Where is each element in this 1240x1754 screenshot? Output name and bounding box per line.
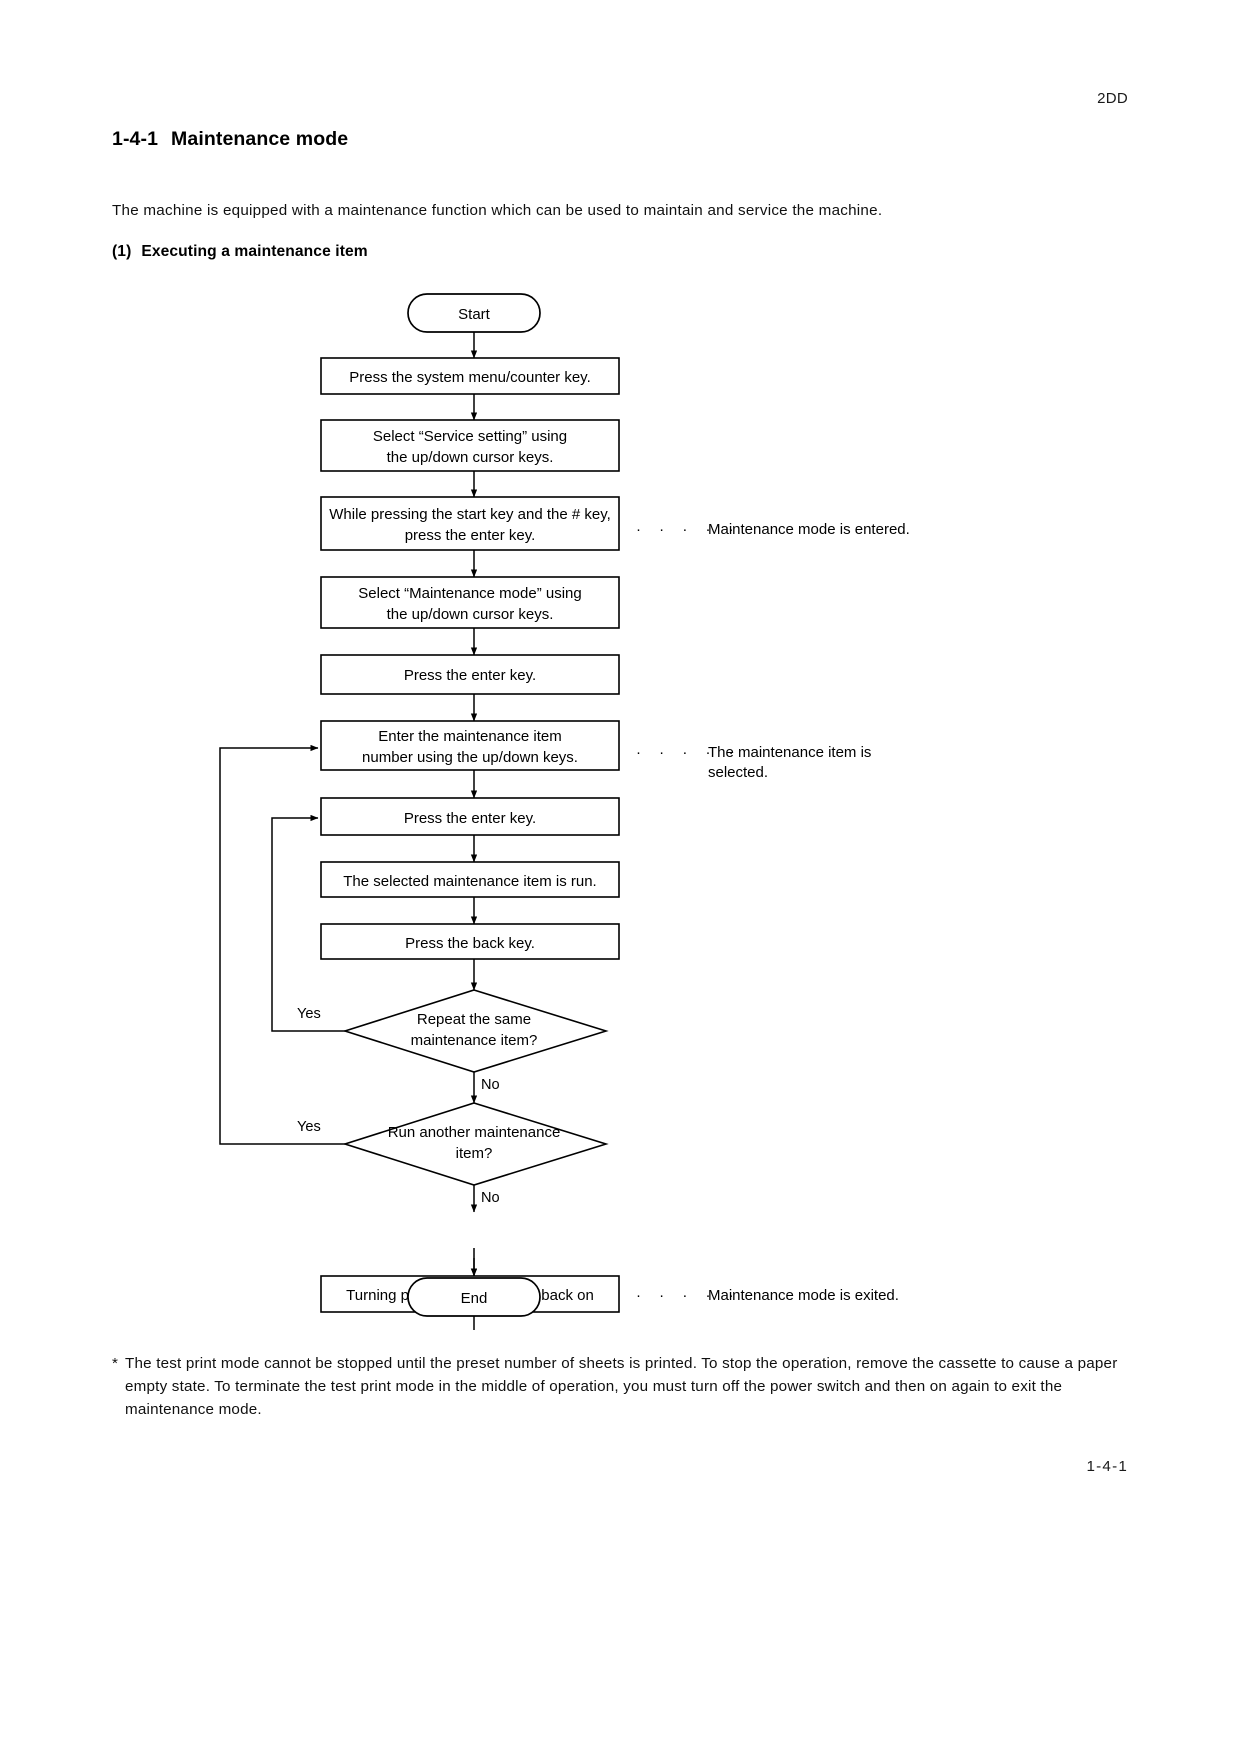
edge-label-d1-no: No — [481, 1077, 500, 1093]
note1-text: Maintenance mode is entered. — [708, 521, 910, 538]
node-selected-item-is-run: The selected maintenance item is run. — [320, 861, 620, 898]
decision1-line1: Repeat the same — [417, 1011, 531, 1028]
flowchart-diagram: Start Press the system menu/counter key.… — [0, 280, 1240, 1330]
node-step8-label: The selected maintenance item is run. — [343, 873, 596, 890]
section-number: 1-4-1 — [112, 128, 159, 150]
node-press-enter-key-2: Press the enter key. — [320, 797, 620, 836]
decision2-line1: Run another maintenance — [388, 1124, 561, 1141]
node-step4-line2: the up/down cursor keys. — [387, 606, 554, 623]
subsection-number: (1) — [112, 243, 132, 260]
node-step2-line1: Select “Service setting” using — [373, 428, 567, 445]
footnote-text: The test print mode cannot be stopped un… — [125, 1355, 1118, 1419]
edge-label-d2-yes: Yes — [297, 1119, 321, 1135]
node-step3-line2: press the enter key. — [405, 527, 536, 544]
node-select-service-setting: Select “Service setting” using the up/do… — [320, 419, 620, 472]
footnote: * The test print mode cannot be stopped … — [112, 1352, 1125, 1421]
page-title: 1-4-1 Maintenance mode — [112, 128, 348, 151]
decision-repeat-same-item: Repeat the same maintenance item? — [342, 989, 609, 1073]
section-heading-text: Maintenance mode — [171, 128, 349, 150]
node-step7-label: Press the enter key. — [404, 810, 536, 827]
node-press-start-and-hash-then-enter: While pressing the start key and the # k… — [320, 496, 620, 551]
node-step3-line1: While pressing the start key and the # k… — [329, 506, 611, 523]
node-select-maintenance-mode: Select “Maintenance mode” using the up/d… — [320, 576, 620, 629]
node-step1-label: Press the system menu/counter key. — [349, 369, 591, 386]
node-start-label: Start — [458, 306, 491, 323]
subsection-heading-text: Executing a maintenance item — [141, 243, 368, 260]
node-end-label: End — [461, 1290, 488, 1307]
node-start: Start — [407, 293, 541, 333]
node-step2-line2: the up/down cursor keys. — [387, 449, 554, 466]
decision-run-another-item: Run another maintenance item? — [342, 1102, 609, 1186]
subsection-heading: (1) Executing a maintenance item — [112, 243, 368, 261]
edge-label-d1-yes: Yes — [297, 1006, 321, 1022]
note2-line2: selected. — [708, 764, 768, 781]
node-step5-label: Press the enter key. — [404, 667, 536, 684]
intro-paragraph: The machine is equipped with a maintenan… — [112, 202, 883, 219]
note2-line1: The maintenance item is — [708, 744, 871, 761]
document-code: 2DD — [1097, 90, 1128, 107]
node-step6-line1: Enter the maintenance item — [378, 728, 561, 745]
page-number: 1-4-1 — [1086, 1458, 1128, 1475]
flowchart-end-area: End — [0, 1258, 1240, 1320]
node-press-system-menu-counter-key: Press the system menu/counter key. — [320, 357, 620, 395]
footnote-marker: * — [112, 1355, 119, 1372]
edge-label-d2-no: No — [481, 1190, 500, 1206]
decision2-line2: item? — [456, 1145, 493, 1162]
node-press-enter-key-1: Press the enter key. — [320, 654, 620, 695]
node-step9-label: Press the back key. — [405, 935, 535, 952]
node-step4-line1: Select “Maintenance mode” using — [358, 585, 581, 602]
node-step6-line2: number using the up/down keys. — [362, 749, 578, 766]
node-enter-maintenance-item-number: Enter the maintenance item number using … — [320, 720, 620, 771]
document-page: 2DD 1-4-1 Maintenance mode The machine is… — [0, 0, 1240, 1754]
node-end-terminator: End — [407, 1277, 541, 1317]
decision1-line2: maintenance item? — [411, 1032, 538, 1049]
note-maintenance-item-selected: · · · · · The maintenance item is select… — [636, 744, 871, 781]
note-maintenance-mode-entered: · · · · · Maintenance mode is entered. — [636, 521, 910, 538]
node-press-back-key: Press the back key. — [320, 923, 620, 960]
